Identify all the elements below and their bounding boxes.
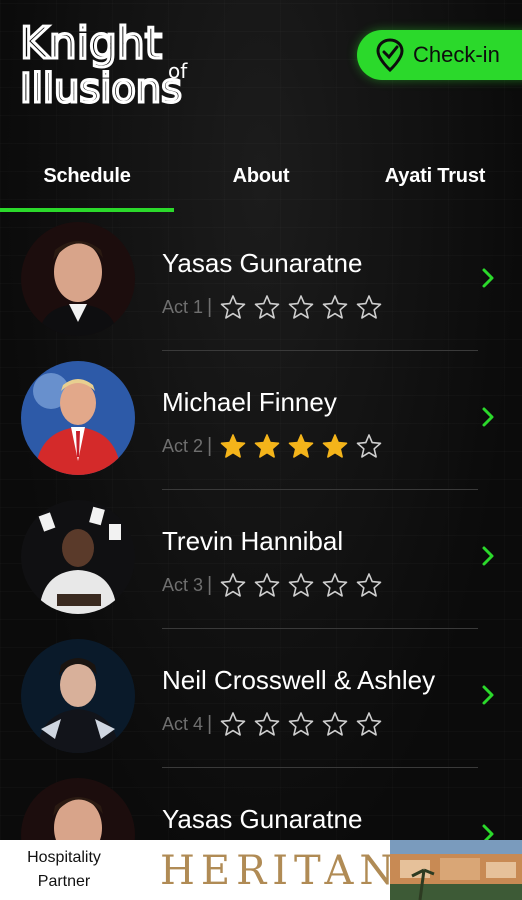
separator: | bbox=[207, 573, 213, 596]
star-icon[interactable] bbox=[254, 572, 280, 598]
performer-list: Yasas Gunaratne Act 1 | Michael Finney Act 2… bbox=[0, 212, 522, 900]
act-label: Act 1 bbox=[162, 296, 204, 317]
chevron-right-icon[interactable] bbox=[480, 403, 498, 431]
performer-avatar bbox=[21, 361, 135, 475]
logo-line2: Illusions bbox=[20, 66, 182, 106]
star-icon[interactable] bbox=[322, 711, 348, 737]
star-icon[interactable] bbox=[322, 572, 348, 598]
act-label: Act 3 bbox=[162, 574, 204, 595]
chevron-right-icon[interactable] bbox=[480, 681, 498, 709]
performer-name: Trevin Hannibal bbox=[162, 526, 344, 556]
knight-of-illusions-logo: Knight of Illusions bbox=[19, 20, 189, 106]
hotel-photo bbox=[390, 840, 522, 900]
star-icon[interactable] bbox=[288, 572, 314, 598]
performer-row[interactable]: Neil Crosswell & Ashley Act 4 | bbox=[0, 629, 522, 768]
star-icon[interactable] bbox=[356, 711, 382, 737]
star-icon[interactable] bbox=[322, 433, 348, 459]
separator: | bbox=[207, 295, 213, 318]
star-icon[interactable] bbox=[356, 572, 382, 598]
star-icon[interactable] bbox=[254, 433, 280, 459]
tab-bar: Schedule About Ayati Trust bbox=[0, 140, 522, 212]
star-icon[interactable] bbox=[288, 294, 314, 320]
chevron-right-icon[interactable] bbox=[480, 264, 498, 292]
tab-label: Schedule bbox=[43, 164, 131, 187]
tab-schedule[interactable]: Schedule bbox=[0, 140, 174, 212]
rating-stars[interactable] bbox=[220, 711, 390, 737]
star-icon[interactable] bbox=[288, 433, 314, 459]
rating-stars[interactable] bbox=[220, 572, 390, 598]
header: Knight of Illusions Check-in bbox=[0, 0, 522, 140]
performer-avatar bbox=[21, 500, 135, 614]
star-icon[interactable] bbox=[220, 572, 246, 598]
star-icon[interactable] bbox=[220, 294, 246, 320]
performer-row[interactable]: Michael Finney Act 2 | bbox=[0, 351, 522, 490]
performer-name: Yasas Gunaratne bbox=[162, 248, 363, 278]
performer-name: Neil Crosswell & Ashley bbox=[162, 665, 436, 695]
performer-meta: Act 3 | bbox=[162, 572, 390, 598]
star-icon[interactable] bbox=[254, 711, 280, 737]
star-icon[interactable] bbox=[288, 711, 314, 737]
rating-stars[interactable] bbox=[220, 294, 390, 320]
hospitality-partner-banner[interactable]: Hospitality Partner HERITANCE bbox=[0, 840, 522, 900]
tab-label: About bbox=[232, 164, 290, 187]
partner-label-line1: Hospitality bbox=[27, 849, 101, 866]
tab-about[interactable]: About bbox=[174, 140, 348, 212]
tab-label: Ayati Trust bbox=[384, 164, 486, 187]
performer-avatar bbox=[21, 222, 135, 336]
logo-line1: Knight bbox=[20, 20, 162, 69]
performer-meta: Act 4 | bbox=[162, 711, 390, 737]
separator: | bbox=[207, 712, 213, 735]
app-screen: Knight of Illusions Check-in Schedule Ab… bbox=[0, 0, 522, 900]
performer-meta: Act 1 | bbox=[162, 294, 390, 320]
star-icon[interactable] bbox=[254, 294, 280, 320]
tab-ayati-trust[interactable]: Ayati Trust bbox=[348, 140, 522, 212]
check-in-button[interactable]: Check-in bbox=[357, 30, 522, 80]
star-icon[interactable] bbox=[220, 433, 246, 459]
check-in-label: Check-in bbox=[413, 42, 500, 67]
act-label: Act 4 bbox=[162, 713, 204, 734]
performer-meta: Act 2 | bbox=[162, 433, 390, 459]
star-icon[interactable] bbox=[356, 294, 382, 320]
rating-stars[interactable] bbox=[220, 433, 390, 459]
act-label: Act 2 bbox=[162, 435, 204, 456]
performer-row[interactable]: Trevin Hannibal Act 3 | bbox=[0, 490, 522, 629]
partner-label-line2: Partner bbox=[37, 873, 91, 890]
location-pin-icon bbox=[376, 38, 404, 72]
partner-label: Hospitality Partner bbox=[0, 846, 128, 894]
performer-row[interactable]: Yasas Gunaratne Act 1 | bbox=[0, 212, 522, 351]
star-icon[interactable] bbox=[322, 294, 348, 320]
star-icon[interactable] bbox=[220, 711, 246, 737]
performer-name: Yasas Gunaratne bbox=[162, 804, 363, 834]
separator: | bbox=[207, 434, 213, 457]
performer-name: Michael Finney bbox=[162, 387, 337, 417]
star-icon[interactable] bbox=[356, 433, 382, 459]
performer-avatar bbox=[21, 639, 135, 753]
chevron-right-icon[interactable] bbox=[480, 542, 498, 570]
